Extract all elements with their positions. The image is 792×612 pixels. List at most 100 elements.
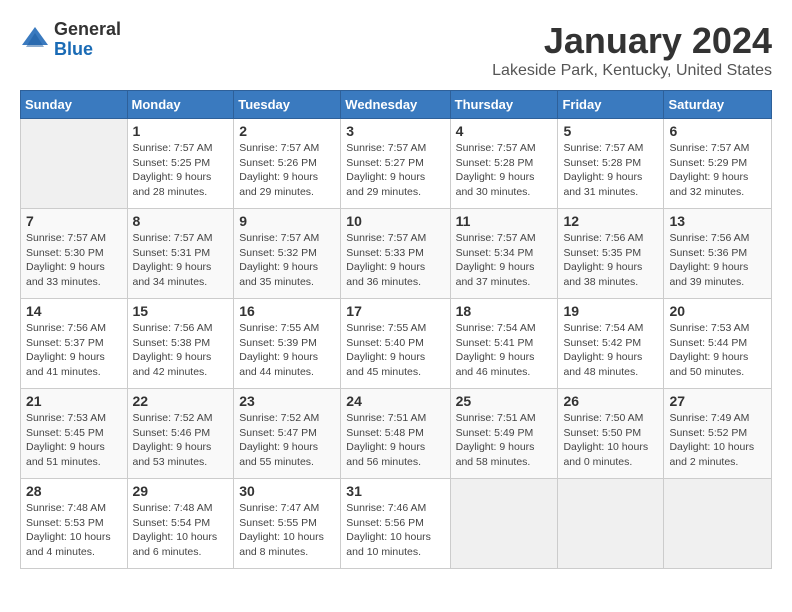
day-number: 12 xyxy=(563,213,658,229)
day-number: 31 xyxy=(346,483,444,499)
table-row: 14 Sunrise: 7:56 AM Sunset: 5:37 PM Dayl… xyxy=(21,299,128,389)
calendar-week-row: 28 Sunrise: 7:48 AM Sunset: 5:53 PM Dayl… xyxy=(21,479,772,569)
sunrise-text: Sunrise: 7:48 AM xyxy=(26,502,106,514)
table-row: 13 Sunrise: 7:56 AM Sunset: 5:36 PM Dayl… xyxy=(664,209,772,299)
sunrise-text: Sunrise: 7:57 AM xyxy=(456,232,536,244)
calendar-week-row: 21 Sunrise: 7:53 AM Sunset: 5:45 PM Dayl… xyxy=(21,389,772,479)
day-number: 2 xyxy=(239,123,335,139)
daylight-text: Daylight: 9 hours and 35 minutes. xyxy=(239,261,318,288)
day-number: 18 xyxy=(456,303,553,319)
day-number: 26 xyxy=(563,393,658,409)
table-row: 23 Sunrise: 7:52 AM Sunset: 5:47 PM Dayl… xyxy=(234,389,341,479)
sunset-text: Sunset: 5:36 PM xyxy=(669,247,747,259)
day-number: 17 xyxy=(346,303,444,319)
day-number: 6 xyxy=(669,123,766,139)
day-info: Sunrise: 7:56 AM Sunset: 5:37 PM Dayligh… xyxy=(26,321,122,380)
day-number: 28 xyxy=(26,483,122,499)
sunrise-text: Sunrise: 7:56 AM xyxy=(133,322,213,334)
day-number: 19 xyxy=(563,303,658,319)
daylight-text: Daylight: 9 hours and 37 minutes. xyxy=(456,261,535,288)
table-row xyxy=(21,119,128,209)
sunset-text: Sunset: 5:27 PM xyxy=(346,157,424,169)
sunset-text: Sunset: 5:44 PM xyxy=(669,337,747,349)
sunset-text: Sunset: 5:38 PM xyxy=(133,337,211,349)
sunrise-text: Sunrise: 7:49 AM xyxy=(669,412,749,424)
sunset-text: Sunset: 5:41 PM xyxy=(456,337,534,349)
sunrise-text: Sunrise: 7:46 AM xyxy=(346,502,426,514)
table-row: 8 Sunrise: 7:57 AM Sunset: 5:31 PM Dayli… xyxy=(127,209,234,299)
day-info: Sunrise: 7:57 AM Sunset: 5:26 PM Dayligh… xyxy=(239,141,335,200)
sunset-text: Sunset: 5:32 PM xyxy=(239,247,317,259)
sunset-text: Sunset: 5:39 PM xyxy=(239,337,317,349)
day-number: 5 xyxy=(563,123,658,139)
sunrise-text: Sunrise: 7:55 AM xyxy=(346,322,426,334)
table-row: 22 Sunrise: 7:52 AM Sunset: 5:46 PM Dayl… xyxy=(127,389,234,479)
day-number: 14 xyxy=(26,303,122,319)
day-info: Sunrise: 7:57 AM Sunset: 5:32 PM Dayligh… xyxy=(239,231,335,290)
day-number: 7 xyxy=(26,213,122,229)
month-title: January 2024 xyxy=(492,20,772,62)
day-info: Sunrise: 7:52 AM Sunset: 5:47 PM Dayligh… xyxy=(239,411,335,470)
header-thursday: Thursday xyxy=(450,91,558,119)
table-row: 25 Sunrise: 7:51 AM Sunset: 5:49 PM Dayl… xyxy=(450,389,558,479)
day-number: 15 xyxy=(133,303,229,319)
calendar-week-row: 14 Sunrise: 7:56 AM Sunset: 5:37 PM Dayl… xyxy=(21,299,772,389)
logo-general: General xyxy=(54,20,121,40)
day-number: 23 xyxy=(239,393,335,409)
table-row: 20 Sunrise: 7:53 AM Sunset: 5:44 PM Dayl… xyxy=(664,299,772,389)
daylight-text: Daylight: 9 hours and 34 minutes. xyxy=(133,261,212,288)
table-row: 16 Sunrise: 7:55 AM Sunset: 5:39 PM Dayl… xyxy=(234,299,341,389)
day-info: Sunrise: 7:57 AM Sunset: 5:25 PM Dayligh… xyxy=(133,141,229,200)
daylight-text: Daylight: 10 hours and 4 minutes. xyxy=(26,531,111,558)
daylight-text: Daylight: 9 hours and 45 minutes. xyxy=(346,351,425,378)
daylight-text: Daylight: 9 hours and 41 minutes. xyxy=(26,351,105,378)
sunset-text: Sunset: 5:53 PM xyxy=(26,517,104,529)
sunset-text: Sunset: 5:45 PM xyxy=(26,427,104,439)
daylight-text: Daylight: 9 hours and 56 minutes. xyxy=(346,441,425,468)
day-number: 11 xyxy=(456,213,553,229)
sunset-text: Sunset: 5:47 PM xyxy=(239,427,317,439)
sunset-text: Sunset: 5:33 PM xyxy=(346,247,424,259)
sunrise-text: Sunrise: 7:57 AM xyxy=(456,142,536,154)
sunset-text: Sunset: 5:42 PM xyxy=(563,337,641,349)
day-info: Sunrise: 7:50 AM Sunset: 5:50 PM Dayligh… xyxy=(563,411,658,470)
day-info: Sunrise: 7:51 AM Sunset: 5:49 PM Dayligh… xyxy=(456,411,553,470)
logo-icon xyxy=(20,25,50,55)
day-info: Sunrise: 7:57 AM Sunset: 5:29 PM Dayligh… xyxy=(669,141,766,200)
sunset-text: Sunset: 5:35 PM xyxy=(563,247,641,259)
daylight-text: Daylight: 9 hours and 33 minutes. xyxy=(26,261,105,288)
sunset-text: Sunset: 5:50 PM xyxy=(563,427,641,439)
table-row: 27 Sunrise: 7:49 AM Sunset: 5:52 PM Dayl… xyxy=(664,389,772,479)
sunrise-text: Sunrise: 7:53 AM xyxy=(669,322,749,334)
table-row: 21 Sunrise: 7:53 AM Sunset: 5:45 PM Dayl… xyxy=(21,389,128,479)
table-row: 29 Sunrise: 7:48 AM Sunset: 5:54 PM Dayl… xyxy=(127,479,234,569)
day-number: 10 xyxy=(346,213,444,229)
daylight-text: Daylight: 9 hours and 44 minutes. xyxy=(239,351,318,378)
day-info: Sunrise: 7:46 AM Sunset: 5:56 PM Dayligh… xyxy=(346,501,444,560)
header-wednesday: Wednesday xyxy=(341,91,450,119)
sunrise-text: Sunrise: 7:52 AM xyxy=(239,412,319,424)
sunrise-text: Sunrise: 7:57 AM xyxy=(133,232,213,244)
page-header: General Blue January 2024 Lakeside Park,… xyxy=(20,20,772,80)
sunset-text: Sunset: 5:37 PM xyxy=(26,337,104,349)
sunrise-text: Sunrise: 7:48 AM xyxy=(133,502,213,514)
table-row xyxy=(450,479,558,569)
table-row: 1 Sunrise: 7:57 AM Sunset: 5:25 PM Dayli… xyxy=(127,119,234,209)
daylight-text: Daylight: 10 hours and 6 minutes. xyxy=(133,531,218,558)
day-info: Sunrise: 7:55 AM Sunset: 5:39 PM Dayligh… xyxy=(239,321,335,380)
header-sunday: Sunday xyxy=(21,91,128,119)
sunrise-text: Sunrise: 7:57 AM xyxy=(563,142,643,154)
day-number: 22 xyxy=(133,393,229,409)
table-row: 5 Sunrise: 7:57 AM Sunset: 5:28 PM Dayli… xyxy=(558,119,664,209)
table-row: 9 Sunrise: 7:57 AM Sunset: 5:32 PM Dayli… xyxy=(234,209,341,299)
table-row: 24 Sunrise: 7:51 AM Sunset: 5:48 PM Dayl… xyxy=(341,389,450,479)
day-number: 9 xyxy=(239,213,335,229)
day-number: 4 xyxy=(456,123,553,139)
table-row: 6 Sunrise: 7:57 AM Sunset: 5:29 PM Dayli… xyxy=(664,119,772,209)
sunrise-text: Sunrise: 7:51 AM xyxy=(456,412,536,424)
daylight-text: Daylight: 9 hours and 38 minutes. xyxy=(563,261,642,288)
title-area: January 2024 Lakeside Park, Kentucky, Un… xyxy=(492,20,772,80)
sunrise-text: Sunrise: 7:56 AM xyxy=(563,232,643,244)
sunset-text: Sunset: 5:46 PM xyxy=(133,427,211,439)
sunrise-text: Sunrise: 7:57 AM xyxy=(239,232,319,244)
